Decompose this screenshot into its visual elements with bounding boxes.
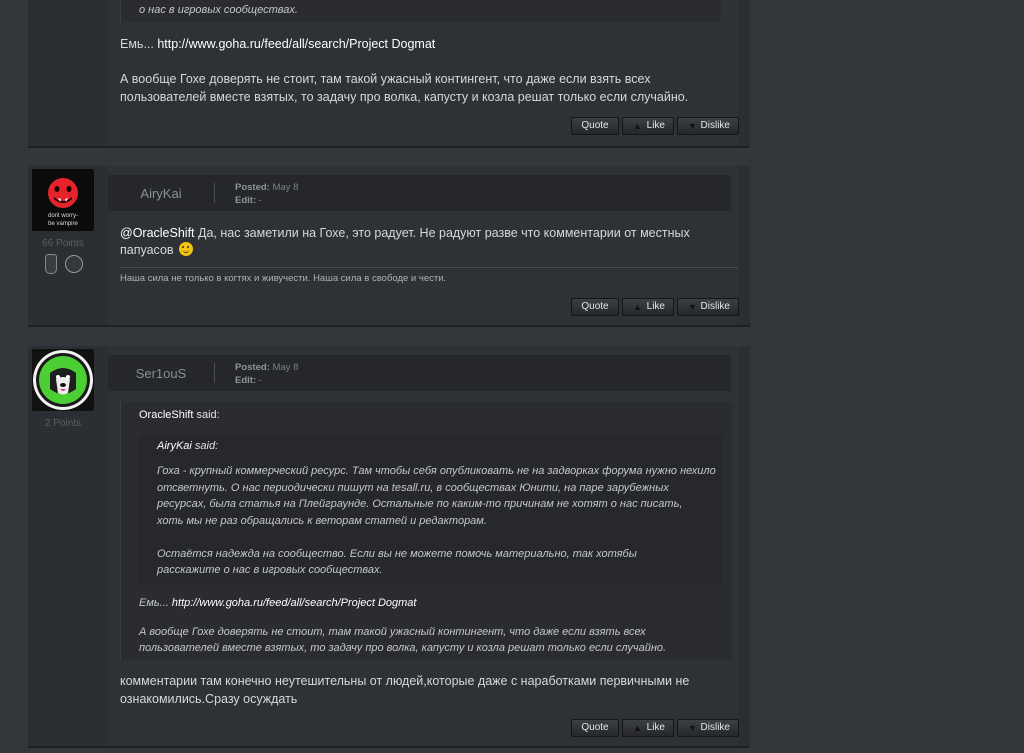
posted-label: Posted: <box>235 362 270 373</box>
said-label: said: <box>193 409 220 421</box>
avatar-caption: be vampire <box>48 221 78 227</box>
post-actions: Quote ▲ Like ▼ Dislike <box>571 719 739 737</box>
goha-link[interactable]: http://www.goha.ru/feed/all/search/Proje… <box>157 37 435 51</box>
post-actions: Quote ▲ Like ▼ Dislike <box>571 298 739 316</box>
like-label: Like <box>646 722 665 733</box>
post-text: Емь... http://www.goha.ru/feed/all/searc… <box>120 35 435 53</box>
quote-line: А вообще Гохе доверять не стоит, там так… <box>139 626 646 638</box>
post-text: А вообще Гохе доверять не стоит, там так… <box>120 72 651 86</box>
dislike-label: Dislike <box>700 301 730 312</box>
username[interactable]: AiryKai <box>108 186 214 201</box>
thumb-up-icon: ▲ <box>633 723 642 733</box>
smiley-icon <box>179 242 194 256</box>
quote-line: Остаётся надежда на сообщество. Если вы … <box>157 547 637 560</box>
mention-link[interactable]: @OracleShift <box>120 226 195 240</box>
quote-label: Quote <box>581 301 609 312</box>
quote-attribution: OracleShift said: <box>139 409 220 421</box>
avatar[interactable] <box>32 349 94 411</box>
post-text-line: папуасов <box>120 243 174 257</box>
post-text: @OracleShift Да, нас заметили на Гохе, э… <box>120 224 690 242</box>
post-text: папуасов <box>120 241 194 259</box>
like-label: Like <box>646 120 665 131</box>
posted-date: May 8 <box>272 182 299 193</box>
forum-post: о нас в игровых сообществах. Емь... http… <box>28 0 750 148</box>
quote-block: о нас в игровых сообществах. <box>120 0 721 22</box>
posted-label: Posted: <box>235 182 270 193</box>
badge-icon[interactable] <box>65 255 83 273</box>
post-text: пользователей вместе взятых, то задачу п… <box>120 90 689 104</box>
thumb-up-icon: ▲ <box>633 121 642 131</box>
like-button[interactable]: ▲ Like <box>622 117 674 135</box>
post-header: AiryKai Posted: May 8 Edit: - <box>108 175 731 211</box>
post-body: о нас в игровых сообществах. Емь... http… <box>108 0 739 146</box>
dislike-label: Dislike <box>700 120 730 131</box>
post-text: комментарии там конечно неутешительны от… <box>120 674 690 688</box>
like-label: Like <box>646 301 665 312</box>
quote-label: Quote <box>581 120 609 131</box>
edit-label: Edit: <box>235 375 257 386</box>
header-divider <box>214 183 215 203</box>
edit-value: - <box>258 375 262 386</box>
user-points: 2 Points <box>44 418 82 429</box>
quote-line: ресурсах, была статья на Плейграунде. Ос… <box>157 498 683 510</box>
post-text-prefix: Емь... <box>120 37 158 51</box>
username[interactable]: Ser1ouS <box>108 366 214 381</box>
post-meta: Posted: May 8 Edit: - <box>235 361 298 387</box>
thumb-up-icon: ▲ <box>633 302 642 312</box>
dislike-label: Dislike <box>700 722 730 733</box>
post-actions: Quote ▲ Like ▼ Dislike <box>571 117 739 135</box>
badge-icon[interactable] <box>45 254 57 274</box>
avatar[interactable]: dont worry- be vampire <box>32 169 94 231</box>
thumb-down-icon: ▼ <box>688 121 697 131</box>
forum-post: dont worry- be vampire 66 Points AiryKai… <box>28 166 750 327</box>
quote-text: о нас в игровых сообществах. <box>139 4 298 16</box>
said-label: said: <box>191 440 219 452</box>
good-boy-dog-icon <box>33 350 93 410</box>
avatar-caption: dont worry- <box>47 213 78 219</box>
like-button[interactable]: ▲ Like <box>622 298 674 316</box>
post-meta: Posted: May 8 Edit: - <box>235 181 298 207</box>
posted-date: May 8 <box>272 362 299 373</box>
quote-attribution: AiryKai said: <box>157 440 218 452</box>
post-text: ознакомились.Сразу осуждать <box>120 692 298 706</box>
post-header: Ser1ouS Posted: May 8 Edit: - <box>108 355 731 391</box>
quote-line: расскажите о нас в игровых сообществах. <box>157 564 383 576</box>
dislike-button[interactable]: ▼ Dislike <box>677 117 739 135</box>
quote-button[interactable]: Quote <box>571 117 619 135</box>
forum-post: 2 Points Ser1ouS Posted: May 8 Edit: - O… <box>28 346 750 748</box>
thumb-down-icon: ▼ <box>688 302 697 312</box>
signature-divider <box>120 267 738 268</box>
quote-button[interactable]: Quote <box>571 298 619 316</box>
edit-label: Edit: <box>235 195 257 206</box>
quote-line: отсветнуть. О нас периодически пишут на … <box>157 481 669 494</box>
quote-line: Емь... http://www.goha.ru/feed/all/searc… <box>139 595 416 612</box>
quote-author-link[interactable]: OracleShift <box>139 409 193 421</box>
quote-block: OracleShift said: AiryKai said: Гоха - к… <box>120 402 732 660</box>
user-points: 66 Points <box>42 238 84 249</box>
nested-quote-block: AiryKai said: Гоха - крупный коммерчески… <box>139 434 723 584</box>
quote-label: Quote <box>581 722 609 733</box>
quote-line: пользователей вместе взятых, то задачу п… <box>139 642 667 654</box>
quote-prefix: Емь... <box>139 597 172 609</box>
edit-value: - <box>258 195 262 206</box>
quote-button[interactable]: Quote <box>571 719 619 737</box>
quote-author-link[interactable]: AiryKai <box>157 440 192 452</box>
quote-line: хоть мы не раз обращались к веторам стат… <box>157 514 487 527</box>
dislike-button[interactable]: ▼ Dislike <box>677 719 739 737</box>
header-divider <box>214 363 215 383</box>
quote-line: Гоха - крупный коммерческий ресурс. Там … <box>157 465 716 477</box>
goha-link[interactable]: http://www.goha.ru/feed/all/search/Proje… <box>172 597 417 609</box>
like-button[interactable]: ▲ Like <box>622 719 674 737</box>
dislike-button[interactable]: ▼ Dislike <box>677 298 739 316</box>
signature: Наша сила не только в когтях и живучести… <box>120 273 447 284</box>
thumb-down-icon: ▼ <box>688 723 697 733</box>
post-text-line: Да, нас заметили на Гохе, это радует. Не… <box>194 226 690 240</box>
